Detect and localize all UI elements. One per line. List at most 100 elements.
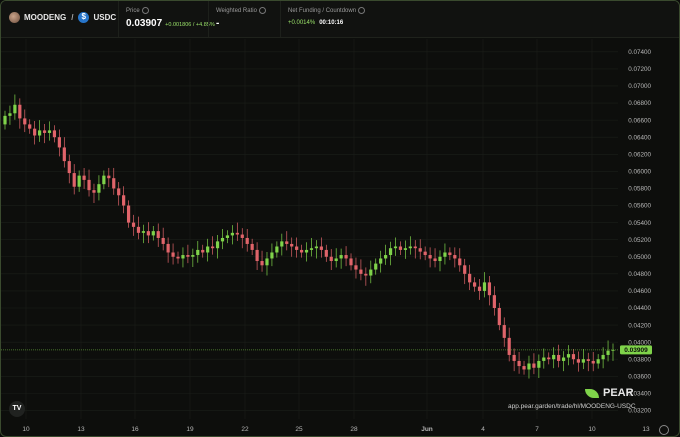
candle-body [181, 255, 185, 259]
candle-body [245, 237, 249, 244]
candle-body [235, 232, 239, 235]
candle-body [448, 252, 452, 256]
y-tick-label: 0.06200 [628, 151, 651, 158]
candle-body [309, 248, 314, 250]
candle-body [581, 359, 585, 363]
candle-body [161, 237, 165, 244]
tradingview-logo[interactable]: TV [9, 401, 25, 417]
settings-gear-icon[interactable] [659, 425, 669, 435]
candlestick-chart[interactable]: 0.07400 0.07200 0.07000 0.06800 0.06600 0.064… [1, 1, 679, 436]
candle-body [418, 248, 422, 252]
candle-body [576, 359, 580, 363]
candle-body [324, 249, 328, 257]
candle-body [468, 273, 472, 283]
candle-body [438, 256, 442, 262]
y-tick-label: 0.05600 [628, 203, 651, 210]
candle-body [443, 252, 447, 257]
trade-url: app.pear.garden/trade/hl/MOODENG-USDC [508, 403, 636, 410]
candle-body [512, 354, 516, 361]
candle-body [374, 263, 378, 270]
candle-body [225, 235, 230, 238]
candle-body [571, 354, 576, 360]
candle-body [547, 357, 551, 360]
x-tick-label: 25 [295, 426, 303, 433]
candle-body [299, 249, 304, 253]
x-tick-label: 10 [22, 426, 30, 433]
candle-body [3, 115, 7, 125]
candle-body [42, 130, 47, 133]
candle-body [215, 241, 220, 249]
candle-body [413, 246, 417, 249]
candle-body [146, 231, 150, 236]
candle-body [601, 354, 605, 360]
chart-grid [1, 39, 618, 419]
y-tick-label: 0.05200 [628, 237, 651, 244]
candle-body [290, 243, 294, 247]
candle-body [240, 234, 244, 238]
candle-body [131, 222, 136, 227]
candle-body [72, 173, 76, 187]
x-tick-label: 19 [186, 426, 194, 433]
y-tick-label: 0.05800 [628, 186, 651, 193]
candle-body [334, 258, 338, 262]
candle-body [586, 359, 590, 361]
candle-body [196, 249, 200, 256]
candle-body [171, 252, 175, 257]
y-tick-label: 0.06600 [628, 117, 651, 124]
candle-body [561, 357, 566, 361]
candle-body [270, 252, 274, 259]
y-tick-label: 0.05000 [628, 254, 651, 261]
candle-body [23, 118, 27, 125]
pear-leaf-icon [585, 388, 599, 398]
candle-body [482, 282, 487, 291]
candle-body [388, 248, 393, 256]
price-axis: 0.07400 0.07200 0.07000 0.06800 0.06600 0.064… [628, 49, 651, 415]
candle-body [507, 337, 511, 355]
candle-body [275, 246, 279, 253]
candle-body [532, 363, 536, 368]
candle-body [566, 354, 571, 358]
candle-body [502, 325, 506, 338]
x-tick-label: 28 [350, 426, 358, 433]
x-tick-label: 22 [241, 426, 249, 433]
candle-body [141, 231, 146, 233]
candle-body [250, 243, 254, 250]
candle-body [191, 255, 195, 257]
candle-body [82, 175, 86, 180]
candle-body [329, 256, 333, 262]
pear-brand: PEAR [585, 387, 634, 399]
candle-body [458, 258, 462, 266]
chart-frame: MOODENG / USDC Price 0.03907+0.001806 / … [0, 0, 680, 437]
x-tick-label: 4 [481, 426, 485, 433]
y-tick-label: 0.07200 [628, 66, 651, 73]
candle-body [18, 104, 22, 119]
candle-body [8, 113, 12, 116]
x-tick-label: 7 [535, 426, 539, 433]
candle-body [57, 137, 61, 148]
candle-body [591, 360, 595, 364]
candle-body [77, 175, 81, 187]
candle-body [102, 175, 106, 185]
candle-body [517, 360, 521, 367]
candle-body [166, 243, 170, 253]
y-tick-label: 0.06800 [628, 100, 651, 107]
y-tick-label: 0.07000 [628, 83, 651, 90]
candle-body [453, 255, 457, 259]
candle-body [122, 195, 126, 206]
candle-body [384, 255, 388, 259]
candle-body [492, 295, 496, 308]
x-tick-label: Jun [421, 426, 433, 433]
candle-body [433, 258, 437, 262]
candle-body [398, 246, 403, 250]
current-price-label: 0.03909 [624, 347, 648, 354]
candle-body [62, 147, 66, 162]
y-tick-label: 0.04600 [628, 288, 651, 295]
candle-body [112, 178, 116, 189]
x-tick-label: 10 [588, 426, 596, 433]
candle-body [537, 360, 541, 368]
candle-body [339, 255, 343, 259]
candle-body [52, 130, 57, 138]
candle-body [97, 184, 101, 193]
candle-body [265, 258, 269, 266]
time-axis: 10 13 16 19 22 25 28 Jun 4 7 10 13 [22, 426, 650, 433]
